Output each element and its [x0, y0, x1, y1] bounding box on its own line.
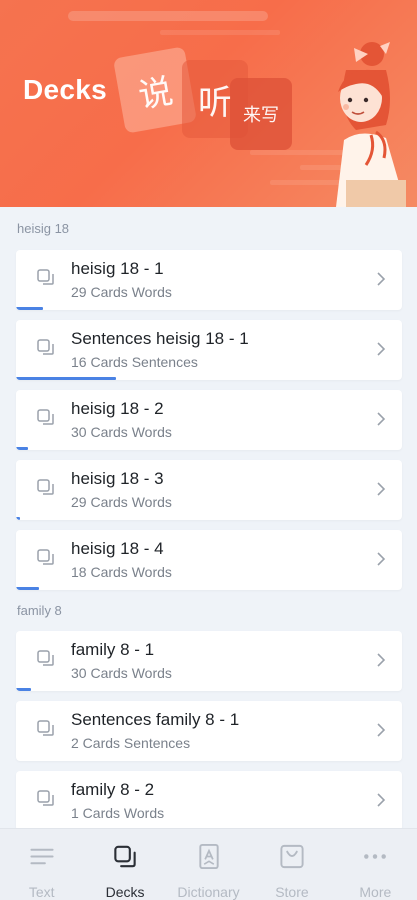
nav-label: Text — [28, 884, 55, 900]
deck-title: heisig 18 - 1 — [71, 259, 164, 278]
chevron-right-icon — [377, 653, 386, 667]
deck-stack-icon — [37, 339, 54, 355]
deck-row[interactable]: heisig 18 - 4 18 Cards Words — [16, 530, 402, 590]
dictionary-icon — [198, 843, 219, 870]
deck-card-count: 1 Cards Words — [71, 805, 165, 821]
deck-progress-bar — [16, 307, 44, 310]
nav-label: Dictionary — [177, 884, 240, 900]
deck-stack-icon — [37, 650, 54, 666]
chevron-right-icon — [377, 482, 386, 496]
more-dots-icon — [364, 854, 387, 859]
deck-stack-icon — [37, 790, 54, 806]
chevron-right-icon — [377, 793, 386, 807]
deck-row[interactable]: Sentences family 8 - 1 2 Cards Sentences — [16, 701, 402, 761]
deck-card-count: 29 Cards Words — [71, 284, 172, 300]
deck-row[interactable]: heisig 18 - 3 29 Cards Words — [16, 460, 402, 520]
deck-row[interactable]: family 8 - 2 1 Cards Words — [16, 771, 402, 831]
deck-stack-icon — [37, 409, 54, 425]
section-label-heisig-18: heisig 18 — [17, 221, 70, 236]
chevron-right-icon — [377, 552, 386, 566]
deck-title: family 8 - 2 — [71, 780, 155, 799]
deck-row[interactable]: family 8 - 1 30 Cards Words — [16, 631, 402, 691]
deck-card-count: 30 Cards Words — [71, 665, 172, 681]
deck-card-count: 18 Cards Words — [71, 564, 172, 580]
deck-stack-icon — [37, 549, 54, 565]
chevron-right-icon — [377, 272, 386, 286]
nav-label: Decks — [105, 884, 145, 900]
text-lines-icon — [30, 848, 54, 865]
deck-title: heisig 18 - 3 — [71, 469, 164, 488]
chevron-right-icon — [377, 723, 386, 737]
deck-stack-icon — [37, 269, 54, 285]
deck-card-count: 30 Cards Words — [71, 424, 172, 440]
deck-title: Sentences family 8 - 1 — [71, 710, 240, 729]
deck-progress-bar — [16, 587, 40, 590]
deck-progress-bar — [16, 377, 117, 380]
deck-stack-icon — [37, 479, 54, 495]
deck-card-count: 16 Cards Sentences — [71, 354, 198, 370]
deck-row[interactable]: Sentences heisig 18 - 1 16 Cards Sentenc… — [16, 320, 402, 380]
deck-progress-bar — [16, 688, 32, 691]
nav-item-decks[interactable]: Decks — [83, 829, 166, 900]
decks-icon — [114, 845, 136, 868]
flashcard-tile: 来写 — [230, 78, 292, 150]
chevron-right-icon — [377, 342, 386, 356]
bottom-navigation: Text Decks Dictionary Store More — [0, 828, 417, 900]
deck-progress-bar — [16, 447, 28, 450]
nav-item-text[interactable]: Text — [0, 829, 83, 900]
deck-row[interactable]: heisig 18 - 1 29 Cards Words — [16, 250, 402, 310]
nav-item-dictionary[interactable]: Dictionary — [167, 829, 250, 900]
nav-item-more[interactable]: More — [334, 829, 417, 900]
nav-label: More — [359, 884, 392, 900]
nav-item-store[interactable]: Store — [250, 829, 333, 900]
deck-title: Sentences heisig 18 - 1 — [71, 329, 249, 348]
nav-label: Store — [275, 884, 309, 900]
header-banner: Decks 说 听 来写 — [0, 0, 417, 207]
deck-title: heisig 18 - 4 — [71, 539, 164, 558]
chevron-right-icon — [377, 412, 386, 426]
deck-title: family 8 - 1 — [71, 640, 155, 659]
store-icon — [280, 844, 304, 869]
deck-title: heisig 18 - 2 — [71, 399, 164, 418]
status-bar-blur — [68, 11, 268, 21]
deck-card-count: 2 Cards Sentences — [71, 735, 191, 751]
mascot-girl-illustration — [336, 42, 406, 207]
deck-progress-bar — [16, 517, 20, 520]
deck-card-count: 29 Cards Words — [71, 494, 172, 510]
section-label-family-8: family 8 — [17, 603, 62, 618]
page-title: Decks — [23, 74, 108, 105]
deck-stack-icon — [37, 720, 54, 736]
deck-row[interactable]: heisig 18 - 2 30 Cards Words — [16, 390, 402, 450]
